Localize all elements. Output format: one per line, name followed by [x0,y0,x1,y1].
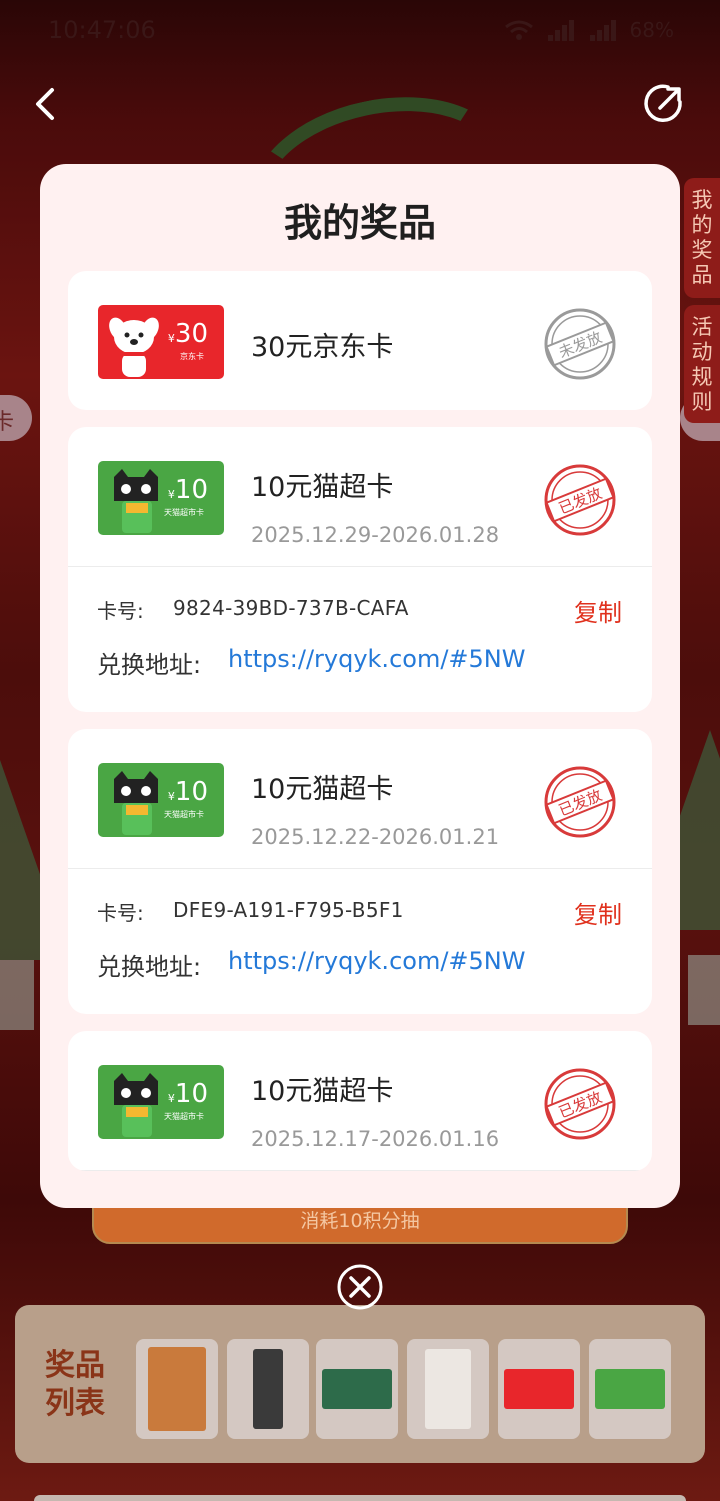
prize-card: ¥10 天猫超市卡 10元猫超卡 2025.12.29-2026.01.28 已… [68,427,652,712]
issued-stamp-icon: 已发放 [544,1068,616,1140]
card-amount: ¥10 [167,1079,208,1109]
tmall-cat-icon [114,771,158,835]
card-number-label: 卡号: [97,599,144,623]
issued-stamp-icon: 已发放 [544,766,616,838]
back-icon[interactable] [30,84,66,124]
tmall-cat-icon [114,469,158,533]
tree-trunk [0,960,34,1030]
card-number-value: 9824-39BD-737B-CAFA [173,596,409,620]
wifi-icon [504,19,534,41]
prize-validity-date: 2025.12.29-2026.01.28 [251,523,500,547]
modal-title: 我的奖品 [283,201,436,245]
prize-validity-date: 2025.12.22-2026.01.21 [251,825,500,849]
redeem-url-label: 兑换地址: [97,651,202,679]
prize-row: ¥30 京东卡 30元京东卡 未发放 [68,271,652,410]
tmall-card-thumb: ¥10 天猫超市卡 [98,763,224,837]
not-issued-stamp-icon: 未发放 [544,308,616,380]
signal-icon [546,19,576,41]
prize-list[interactable]: ¥30 京东卡 30元京东卡 未发放 ¥10 天猫超市卡 10元猫超卡 2025… [68,271,652,1181]
status-icons: 68% [504,18,674,42]
prize-validity-date: 2025.12.17-2026.01.16 [251,1127,500,1151]
tmall-card-thumb: ¥10 天猫超市卡 [98,1065,224,1139]
prize-list-item-starbucks[interactable] [316,1339,398,1439]
prize-list-item-jd-card[interactable] [498,1339,580,1439]
card-subtitle: 京东卡 [180,352,204,361]
close-icon[interactable] [336,1263,384,1311]
tmall-cat-icon [114,1073,158,1137]
cup-thumb [425,1349,471,1429]
signal-icon [588,19,618,41]
phone-thumb [148,1347,206,1431]
card-subtitle: 天猫超市卡 [164,1112,204,1121]
share-icon[interactable] [640,80,688,128]
copy-button[interactable]: 复制 [574,593,622,628]
prize-name: 30元京东卡 [251,332,394,363]
card-amount: ¥30 [167,319,208,349]
battery-text: 68% [629,18,674,42]
prize-name: 10元猫超卡 [251,774,394,805]
copy-button[interactable]: 复制 [574,895,622,930]
redeem-url-link[interactable]: https://ryqyk.com/#5NW [228,947,525,975]
bottom-bar [34,1495,686,1501]
prize-row: ¥10 天猫超市卡 10元猫超卡 2025.12.29-2026.01.28 已… [68,427,652,566]
tmall-card-thumb [595,1369,665,1409]
status-bar: 10:47:06 68% [0,0,720,62]
prize-card: ¥10 天猫超市卡 10元猫超卡 2025.12.17-2026.01.16 已… [68,1031,652,1171]
card-details: 卡号: DFE9-A191-F795-B5F1 复制 兑换地址: https:/… [68,869,652,1014]
card-subtitle: 天猫超市卡 [164,508,204,517]
prize-list-panel: 奖品列表 [15,1305,705,1463]
divider [68,1170,652,1171]
card-number-label: 卡号: [97,901,144,925]
prize-row: ¥10 天猫超市卡 10元猫超卡 2025.12.22-2026.01.21 已… [68,729,652,868]
status-time: 10:47:06 [48,16,156,44]
prize-row: ¥10 天猫超市卡 10元猫超卡 2025.12.17-2026.01.16 已… [68,1031,652,1170]
card-number-value: DFE9-A191-F795-B5F1 [173,898,404,922]
tmall-card-thumb: ¥10 天猫超市卡 [98,461,224,535]
prize-name: 10元猫超卡 [251,472,394,503]
left-floating-tab: 卡 [0,395,32,441]
tree-trunk [688,955,720,1025]
redeem-url-label: 兑换地址: [97,953,202,981]
card-details: 卡号: 9824-39BD-737B-CAFA 复制 兑换地址: https:/… [68,567,652,712]
prize-card: ¥30 京东卡 30元京东卡 未发放 [68,271,652,410]
prize-list-title: 奖品列表 [45,1348,105,1421]
prize-list-item-tmall-card[interactable] [589,1339,671,1439]
prize-list-item-camera[interactable] [227,1339,309,1439]
prize-card: ¥10 天猫超市卡 10元猫超卡 2025.12.22-2026.01.21 已… [68,729,652,1014]
starbucks-card-thumb [322,1369,392,1409]
issued-stamp-icon: 已发放 [544,464,616,536]
draw-button-label: 消耗10积分抽 [300,1210,420,1232]
dog-mascot-icon [109,317,159,377]
prize-name: 10元猫超卡 [251,1076,394,1107]
card-amount: ¥10 [167,777,208,807]
card-subtitle: 天猫超市卡 [164,810,204,819]
camera-thumb [253,1349,283,1429]
redeem-url-link[interactable]: https://ryqyk.com/#5NW [228,645,525,673]
jd-card-thumb [504,1369,574,1409]
prize-list-item-cup[interactable] [407,1339,489,1439]
prize-list-item-phone[interactable] [136,1339,218,1439]
side-tab-rules[interactable]: 活动规则 [684,305,720,423]
jd-card-thumb: ¥30 京东卡 [98,305,224,379]
card-amount: ¥10 [167,475,208,505]
